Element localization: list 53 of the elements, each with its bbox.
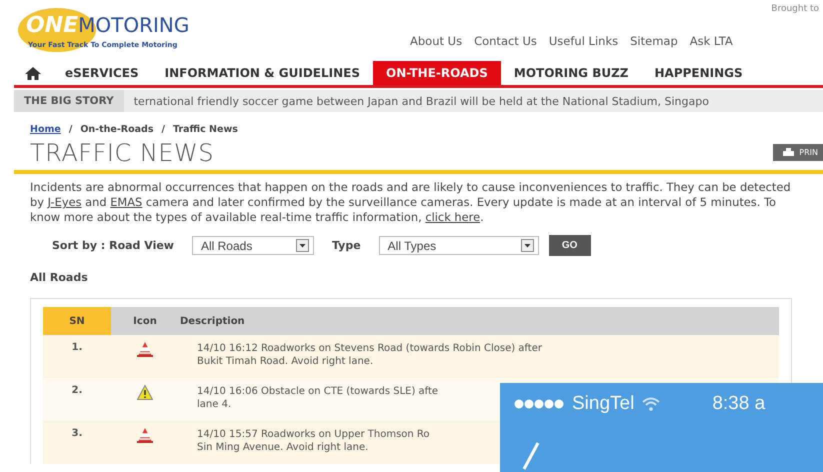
table-cell: 1. — [43, 335, 111, 378]
status-time: 8:38 a — [712, 393, 766, 415]
breadcrumb-item: Traffic News — [172, 124, 238, 135]
carrier-name: SingTel — [572, 393, 634, 415]
breadcrumb-separator: / — [68, 124, 72, 135]
go-button[interactable]: GO — [548, 235, 591, 256]
breadcrumb-separator: / — [162, 124, 165, 135]
description-text: Sin Ming Avenue. Avoid right lane. — [197, 441, 368, 454]
header-link[interactable]: Useful Links — [548, 34, 618, 48]
description-text: 14/10 16:12 Roadworks on Stevens Road (towards Robin Close) after — [197, 342, 542, 355]
column-header: SN — [43, 307, 111, 335]
road-dropdown[interactable]: All Roads — [192, 236, 314, 255]
description-text: 14/10 16:06 Obstacle on CTE (towards SLE) afte — [197, 385, 438, 398]
printer-icon — [783, 148, 794, 157]
news-ticker-text[interactable]: ternational friendly soccer game between Japan and Brazil will be held at the National Stadium, Singapo — [124, 94, 709, 108]
table-cell: 2. — [43, 378, 111, 421]
text-link[interactable]: click here — [425, 210, 480, 224]
home-icon[interactable] — [24, 66, 42, 80]
type-dropdown[interactable]: All Types — [378, 236, 539, 255]
wifi-icon — [642, 397, 660, 411]
logo-text: ONE — [26, 12, 78, 38]
sponsor-note: Brought to — [771, 4, 819, 14]
big-story-label: THE BIG STORY — [14, 90, 124, 112]
warning-icon — [137, 385, 153, 400]
nav-tab[interactable]: INFORMATION & GUIDELINES — [152, 61, 373, 85]
page-title: TRAFFIC NEWS — [30, 138, 214, 166]
traffic-cone-icon — [137, 342, 153, 357]
header-link[interactable]: Sitemap — [630, 34, 678, 48]
signal-icon — [514, 399, 564, 409]
breadcrumb-link[interactable]: Home — [30, 124, 61, 135]
column-header: Icon — [111, 307, 179, 335]
header-link[interactable]: About Us — [410, 34, 462, 48]
nav-tab[interactable]: MOTORING BUZZ — [500, 61, 642, 85]
column-header: Description — [179, 307, 779, 335]
breadcrumb-item[interactable]: On-the-Roads — [80, 124, 154, 135]
text-link[interactable]: J-Eyes — [48, 195, 82, 209]
header-link[interactable]: Ask LTA — [690, 34, 733, 48]
section-title: All Roads — [30, 271, 89, 284]
nav-tab[interactable]: ON-THE-ROADS — [373, 61, 501, 85]
nav-tab[interactable]: eSERVICES — [52, 61, 152, 85]
description-text: 14/10 15:57 Roadworks on Upper Thomson Ro — [197, 428, 430, 441]
nav-tab[interactable]: HAPPENINGS — [642, 61, 756, 85]
filter-label: Sort by : Road View — [52, 239, 174, 252]
table-cell: 3. — [43, 421, 111, 464]
header-link[interactable]: Contact Us — [474, 34, 537, 48]
filter-label: Type — [332, 239, 361, 252]
text-link[interactable]: EMAS — [110, 195, 142, 209]
traffic-cone-icon — [137, 428, 153, 443]
back-icon[interactable] — [520, 441, 540, 471]
print-button[interactable]: PRIN — [773, 144, 823, 161]
description-text: lane 4. — [197, 398, 232, 411]
description-text: Bukit Timah Road. Avoid right lane. — [197, 355, 374, 368]
intro-paragraph: Incidents are abnormal occurrences that happen on the roads and are likely to cause inconveniences to traffic. They can be detected by J-Eyes and EMAS camera and later confirmed by the surveillance cameras. Every update is made at an interval of 5 minutes. To know more about the types of available real-time traffic information, click here. — [30, 180, 792, 225]
